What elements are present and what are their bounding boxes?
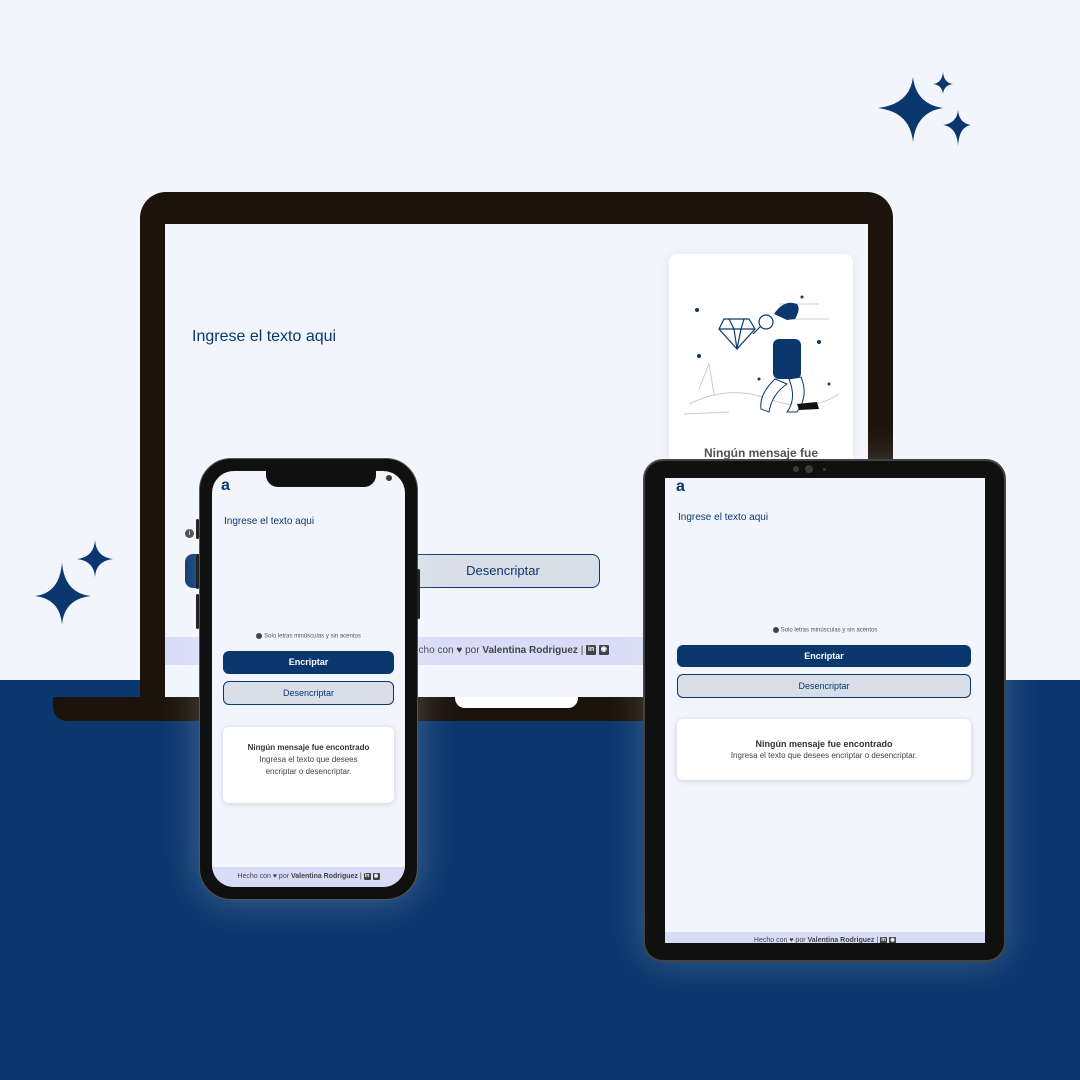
empty-title: Ningún mensaje fue encontrado bbox=[755, 739, 893, 749]
github-icon[interactable]: ◉ bbox=[889, 936, 897, 943]
encrypt-button[interactable]: Encriptar bbox=[677, 645, 971, 667]
heart-icon: ♥ bbox=[789, 937, 794, 943]
phone-button bbox=[417, 569, 420, 619]
logo: a bbox=[676, 478, 685, 495]
footer-author: Valentina Rodriguez bbox=[807, 937, 875, 943]
tablet-frame: a Ingrese el texto aqui Solo letras minú… bbox=[643, 459, 1006, 962]
text-input[interactable]: Ingrese el texto aqui bbox=[678, 512, 768, 523]
github-icon[interactable]: ◉ bbox=[598, 645, 609, 656]
text-input[interactable]: Ingrese el texto aqui bbox=[224, 516, 314, 527]
info-icon bbox=[256, 633, 263, 639]
decrypt-button[interactable]: Desencriptar bbox=[223, 681, 394, 705]
empty-body: Ingresa el texto que desees encriptar o … bbox=[259, 755, 358, 776]
result-card: Ningún mensaje fue encontrado Ingresa el… bbox=[223, 727, 394, 803]
hint-text: Solo letras minúsculas y sin acentos bbox=[665, 627, 985, 634]
encrypt-button[interactable]: Encriptar bbox=[223, 651, 394, 674]
heart-icon: ♥ bbox=[272, 873, 277, 880]
phone-frame: a Ingrese el texto aqui Solo letras minú… bbox=[196, 458, 420, 900]
heart-icon: ♥ bbox=[456, 645, 463, 656]
phone-button bbox=[196, 594, 199, 629]
footer-separator: | bbox=[580, 645, 584, 656]
decrypt-button[interactable]: Desencriptar bbox=[406, 554, 600, 588]
decrypt-button[interactable]: Desencriptar bbox=[677, 674, 971, 698]
linkedin-icon[interactable]: in bbox=[880, 936, 888, 943]
empty-body: Ingresa el texto que desees encriptar o … bbox=[730, 751, 918, 760]
text-input[interactable]: Ingrese el texto aqui bbox=[192, 328, 336, 346]
footer: Hecho con ♥ por Valentina Rodriguez | in… bbox=[665, 932, 985, 943]
illustration bbox=[683, 295, 840, 415]
laptop-notch bbox=[455, 697, 578, 708]
camera-icon bbox=[823, 468, 826, 471]
linkedin-icon[interactable]: in bbox=[363, 872, 371, 880]
logo: a bbox=[221, 477, 230, 494]
tablet-screen: a Ingrese el texto aqui Solo letras minú… bbox=[665, 478, 985, 943]
camera-icon bbox=[793, 466, 799, 472]
linkedin-icon[interactable]: in bbox=[586, 645, 597, 656]
footer-by: por bbox=[278, 873, 290, 880]
footer-author: Valentina Rodriguez bbox=[291, 873, 358, 880]
footer-made-with: Hecho con bbox=[753, 937, 788, 943]
footer-separator: | bbox=[876, 937, 879, 943]
phone-screen: a Ingrese el texto aqui Solo letras minú… bbox=[212, 471, 405, 887]
footer-by: por bbox=[465, 645, 480, 656]
footer-made-with: echo con bbox=[413, 645, 454, 656]
sparkle-icon bbox=[873, 72, 973, 147]
phone-button bbox=[196, 519, 199, 539]
empty-title: Ningún mensaje fue bbox=[703, 446, 819, 460]
phone-notch bbox=[266, 471, 392, 487]
camera-icon bbox=[805, 465, 813, 473]
result-card: Ningún mensaje fue bbox=[669, 254, 853, 494]
sparkle-icon bbox=[35, 540, 115, 625]
result-card: Ningún mensaje fue encontrado Ingresa el… bbox=[677, 719, 971, 780]
github-icon[interactable]: ◉ bbox=[372, 872, 380, 880]
phone-button bbox=[196, 554, 199, 589]
info-icon: i bbox=[185, 529, 194, 538]
footer-by: por bbox=[795, 937, 806, 943]
camera-icon bbox=[386, 475, 392, 481]
info-icon bbox=[772, 627, 779, 633]
footer-separator: | bbox=[359, 873, 362, 880]
empty-title: Ningún mensaje fue encontrado bbox=[247, 743, 370, 752]
footer-author: Valentina Rodriguez bbox=[482, 645, 578, 656]
footer-made-with: Hecho con bbox=[237, 873, 271, 880]
hint-text: Solo letras minúsculas y sin acentos bbox=[212, 633, 405, 640]
footer: Hecho con ♥ por Valentina Rodriguez | in… bbox=[212, 867, 405, 887]
